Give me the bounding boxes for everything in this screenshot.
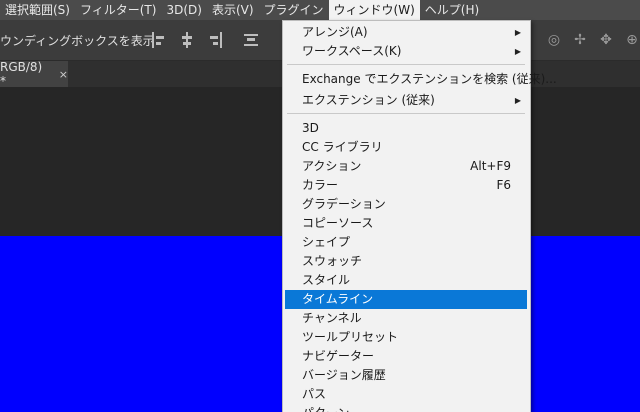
show-bounding-box-label[interactable]: ウンディングボックスを表示 [0, 32, 155, 49]
menu-item-clone-source[interactable]: コピーソース [285, 214, 527, 233]
menu-item-shapes[interactable]: シェイプ [285, 233, 527, 252]
menu-filter[interactable]: フィルター(T) [75, 0, 161, 20]
align-left-icon[interactable] [152, 32, 166, 48]
menu-item-actions[interactable]: アクション Alt+F9 [285, 157, 527, 176]
3d-mode-icons: ◎ ✢ ✥ ⊕ [546, 32, 640, 48]
3d-slide-icon[interactable]: ⊕ [624, 32, 640, 48]
3d-orbit-icon[interactable]: ◎ [546, 32, 562, 48]
align-center-icon[interactable] [180, 32, 194, 48]
menu-item-color[interactable]: カラー F6 [285, 176, 527, 195]
menu-item-extensions[interactable]: エクステンション (従来) ▶ [285, 91, 527, 110]
align-icons-group [152, 32, 258, 48]
menu-view[interactable]: 表示(V) [207, 0, 259, 20]
menu-item-exchange-search[interactable]: Exchange でエクステンションを検索 (従来)... [285, 70, 557, 89]
menu-item-cc-libraries[interactable]: CC ライブラリ [285, 138, 527, 157]
menu-item-tool-presets[interactable]: ツールプリセット [285, 328, 527, 347]
menu-item-paths[interactable]: パス [285, 385, 527, 404]
menu-separator [287, 64, 525, 65]
close-icon[interactable]: × [59, 68, 68, 81]
menu-item-patterns[interactable]: パターン [285, 404, 527, 412]
menu-item-gradients[interactable]: グラデーション [285, 195, 527, 214]
menu-separator [287, 113, 525, 114]
submenu-arrow-icon: ▶ [514, 47, 521, 56]
menu-item-timeline[interactable]: タイムライン [285, 290, 527, 309]
menu-item-navigator[interactable]: ナビゲーター [285, 347, 527, 366]
align-right-icon[interactable] [208, 32, 222, 48]
3d-roll-icon[interactable]: ✢ [572, 32, 588, 48]
align-top-icon[interactable] [244, 32, 258, 48]
window-menu-dropdown: アレンジ(A) ▶ ワークスペース(K) ▶ Exchange でエクステンショ… [282, 20, 557, 412]
3d-pan-icon[interactable]: ✥ [598, 32, 614, 48]
menu-item-swatches[interactable]: スウォッチ [285, 252, 527, 271]
menu-item-styles[interactable]: スタイル [285, 271, 527, 290]
menu-item-version-history[interactable]: バージョン履歴 [285, 366, 527, 385]
submenu-arrow-icon: ▶ [514, 96, 521, 105]
submenu-arrow-icon: ▶ [514, 28, 521, 37]
menu-item-channels[interactable]: チャンネル [285, 309, 527, 328]
menu-3d[interactable]: 3D(D) [161, 0, 206, 20]
menu-select[interactable]: 選択範囲(S) [0, 0, 75, 20]
menu-help[interactable]: ヘルプ(H) [420, 0, 484, 20]
menu-item-arrange[interactable]: アレンジ(A) ▶ [285, 23, 527, 42]
document-tab[interactable]: RGB/8) * × [0, 60, 68, 88]
menu-plugins[interactable]: プラグイン [259, 0, 329, 20]
menu-window[interactable]: ウィンドウ(W) [328, 0, 420, 20]
menu-item-3d[interactable]: 3D [285, 119, 527, 138]
document-tab-title: RGB/8) * [0, 60, 43, 88]
menu-item-workspace[interactable]: ワークスペース(K) ▶ [285, 42, 527, 61]
menubar: 選択範囲(S) フィルター(T) 3D(D) 表示(V) プラグイン ウィンドウ… [0, 0, 640, 20]
